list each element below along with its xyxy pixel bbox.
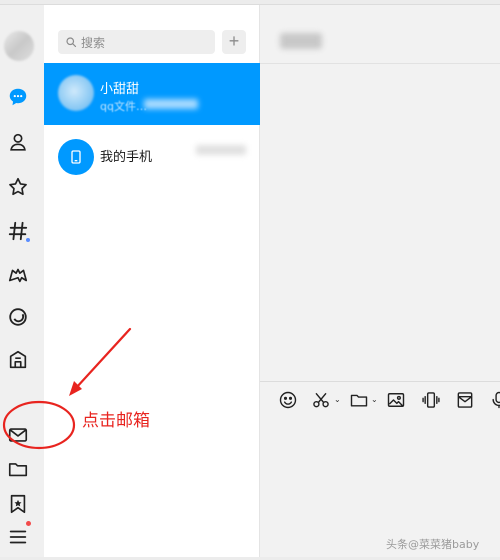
chevron-down-icon[interactable]: ⌄ (371, 395, 378, 404)
mini-app-icon[interactable] (6, 348, 30, 372)
mail-icon[interactable] (454, 389, 476, 411)
header-divider (260, 63, 500, 64)
qq-window: 搜索 + 小甜甜 qq文件… 我的手机 ⌄ ⌄ (0, 4, 500, 557)
search-placeholder: 搜索 (81, 35, 106, 50)
search-icon (66, 37, 77, 48)
phone-icon (71, 150, 81, 164)
contact-name: 我的手机 (100, 150, 153, 165)
image-icon[interactable] (385, 389, 407, 411)
contacts-icon[interactable] (6, 130, 30, 154)
chat-title (280, 33, 322, 49)
circle-icon[interactable] (6, 305, 30, 329)
phone-avatar (58, 139, 94, 175)
contact-name: 小甜甜 (100, 82, 140, 97)
conversation-item[interactable]: 我的手机 (44, 127, 260, 189)
blurred-preview (144, 99, 198, 109)
game-icon[interactable] (6, 263, 30, 287)
chat-panel: ⌄ ⌄ (260, 5, 500, 557)
message-preview: qq文件… (100, 100, 147, 113)
search-input[interactable]: 搜索 (58, 30, 215, 54)
chat-icon[interactable] (6, 85, 30, 109)
menu-notification-dot (26, 521, 31, 526)
conversation-item[interactable]: 小甜甜 qq文件… (44, 63, 260, 125)
folder-icon[interactable] (6, 457, 30, 481)
emoji-icon[interactable] (277, 389, 299, 411)
conversation-list: 搜索 + 小甜甜 qq文件… 我的手机 (44, 5, 260, 557)
toolbar-divider (260, 381, 500, 382)
nav-rail (0, 5, 44, 557)
add-button[interactable]: + (222, 30, 246, 54)
star-icon[interactable] (6, 175, 30, 199)
contact-avatar (58, 75, 94, 111)
menu-icon[interactable] (6, 525, 30, 549)
channel-badge-dot (26, 238, 30, 242)
folder-icon[interactable] (348, 389, 370, 411)
scissors-icon[interactable] (310, 389, 332, 411)
bookmark-icon[interactable] (6, 492, 30, 516)
watermark: 头条@菜菜猪baby (386, 538, 480, 551)
mic-icon[interactable] (488, 389, 500, 411)
blurred-timestamp (196, 145, 246, 155)
mail-icon[interactable] (6, 423, 30, 447)
user-avatar[interactable] (4, 31, 34, 61)
shake-icon[interactable] (420, 389, 442, 411)
annotation-text: 点击邮箱 (82, 411, 150, 431)
chevron-down-icon[interactable]: ⌄ (334, 395, 341, 404)
